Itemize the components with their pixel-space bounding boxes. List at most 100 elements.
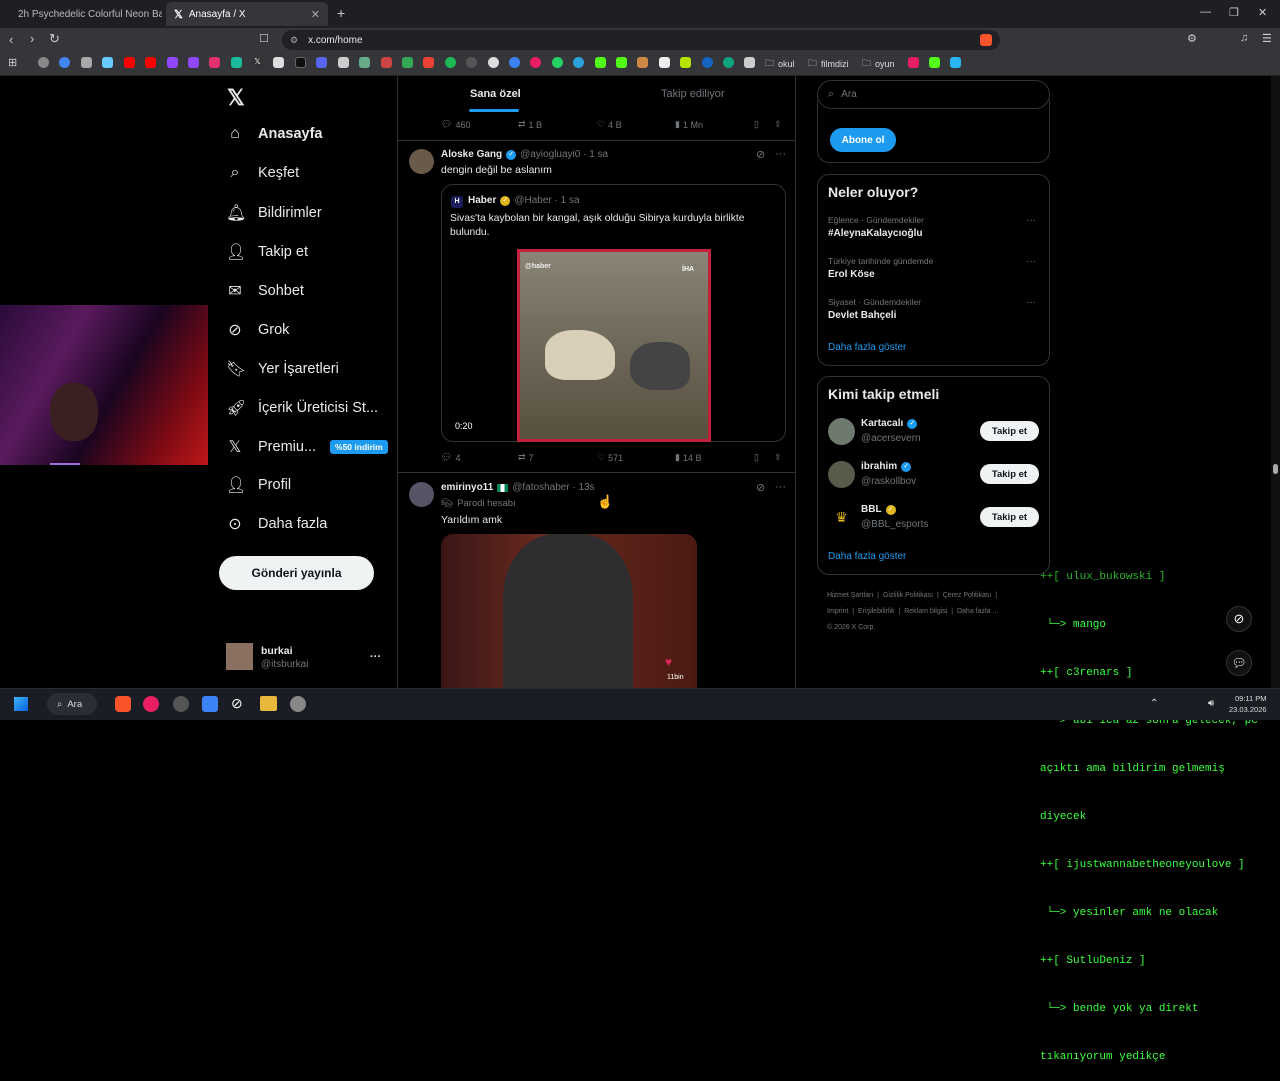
post-author-handle[interactable]: @ayiogluayi0 · 1 sa <box>520 149 608 160</box>
bookmark-icon[interactable] <box>950 57 961 68</box>
twitch-icon[interactable] <box>188 57 199 68</box>
follow-button[interactable]: Takip et <box>980 464 1039 484</box>
views-action[interactable]: ▮ 1 Mn <box>675 119 703 130</box>
x-icon[interactable]: 𝕏 <box>252 57 263 68</box>
history-icon[interactable] <box>38 57 49 68</box>
bookmark-icon[interactable] <box>466 57 477 68</box>
like-action[interactable]: ♡ 4 B <box>597 119 622 130</box>
bookmark-icon[interactable] <box>680 57 691 68</box>
bookmark-icon[interactable] <box>744 57 755 68</box>
trend-item[interactable]: Eğlence · Gündemdekiler #AleynaKalaycıoğ… <box>828 215 924 239</box>
media-icon[interactable]: ♫ <box>1240 32 1248 44</box>
github-icon[interactable] <box>488 57 499 68</box>
tab-following[interactable]: Takip ediliyor <box>661 76 725 112</box>
bookmark-icon[interactable] <box>637 57 648 68</box>
nav-item-grok[interactable]: ⊘ Grok <box>226 320 289 340</box>
tab-for-you[interactable]: Sana özel <box>470 76 521 112</box>
nav-item-home[interactable]: ⌂ Anasayfa <box>226 125 322 143</box>
quote-video[interactable]: @haber İHA <box>517 249 711 442</box>
maximize-icon[interactable]: ❐ <box>1229 6 1239 19</box>
taskbar-app-icon[interactable] <box>173 696 189 712</box>
grok-post-icon[interactable]: ⊘ <box>756 481 765 494</box>
spotify-icon[interactable] <box>445 57 456 68</box>
repost-action[interactable]: ⇄ 1 B <box>518 119 542 130</box>
post-button[interactable]: Gönderi yayınla <box>219 556 374 590</box>
post-author-handle[interactable]: @fatoshaber · 13s <box>512 482 594 493</box>
scrollbar-thumb[interactable] <box>1273 464 1278 474</box>
post-author-name[interactable]: emirinyo11 <box>441 482 493 493</box>
bookmark-folder-filmdizi[interactable]: 🗀 filmdizi <box>808 56 849 72</box>
footer-link[interactable]: Daha fazla ... <box>957 608 998 615</box>
nav-item-explore[interactable]: ⌕ Keşfet <box>226 164 300 182</box>
trend-item[interactable]: Siyaset · Gündemdekiler Devlet Bahçeli <box>828 297 921 321</box>
post-more-icon[interactable]: ··· <box>775 481 786 493</box>
tab-x-home[interactable]: 𝕏 Anasayfa / X ✕ <box>166 2 328 26</box>
kick-icon[interactable] <box>616 57 627 68</box>
quote-tweet-card[interactable]: H Haber ✓ @Haber · 1 sa Sivas'ta kaybola… <box>441 184 786 442</box>
show-more-trends-link[interactable]: Daha fazla göster <box>828 342 906 353</box>
post-avatar[interactable] <box>409 482 434 507</box>
back-icon[interactable]: ‹ <box>9 32 13 47</box>
footer-link[interactable]: Reklam bilgisi <box>904 608 947 615</box>
nav-item-premium[interactable]: 𝕏 Premiu... %50 indirim <box>226 437 388 457</box>
footer-link[interactable]: Hizmet Şartları <box>827 592 873 599</box>
youtube-icon[interactable] <box>145 57 156 68</box>
post-image[interactable]: ♥ 11bin <box>441 534 697 688</box>
taskbar-app-icon[interactable] <box>290 696 306 712</box>
account-more-icon[interactable]: ··· <box>370 651 381 663</box>
menu-icon[interactable]: ☰ <box>1262 32 1272 45</box>
suggestion-name[interactable]: Kartacalı <box>861 418 903 429</box>
brave-shield-icon[interactable] <box>980 34 992 46</box>
footer-link[interactable]: Imprint <box>827 608 848 615</box>
bookmark-icon[interactable] <box>530 57 541 68</box>
bookmark-icon[interactable] <box>338 57 349 68</box>
post-avatar[interactable] <box>409 149 434 174</box>
reload-icon[interactable]: ↻ <box>49 31 60 47</box>
site-info-icon[interactable]: ⚙ <box>290 35 298 46</box>
bookmark-icon[interactable] <box>509 57 520 68</box>
bookmark-icon[interactable] <box>81 57 92 68</box>
extensions-icon[interactable]: ⚙ <box>1187 32 1197 45</box>
chatgpt-icon[interactable] <box>723 57 734 68</box>
grok-post-icon[interactable]: ⊘ <box>756 148 765 161</box>
tray-chevron-icon[interactable]: ⌃ <box>1150 698 1158 709</box>
suggestion-avatar[interactable] <box>828 418 855 445</box>
minimize-icon[interactable]: — <box>1200 6 1211 18</box>
repost-action[interactable]: ⇄ 7 <box>518 452 534 463</box>
tab-youtube[interactable]: 2h Psychedelic Colorful Neon Backgr <box>4 2 162 26</box>
taskbar-app-icon[interactable] <box>143 696 159 712</box>
suggestion-avatar[interactable] <box>828 461 855 488</box>
suggestion-name[interactable]: ibrahim <box>861 461 897 472</box>
bookmark-folder-okul[interactable]: 🗀 okul <box>765 56 795 72</box>
bookmark-icon[interactable] <box>423 57 434 68</box>
telegram-icon[interactable] <box>573 57 584 68</box>
bbl-logo-icon[interactable]: ♛ <box>828 504 855 531</box>
bookmark-page-icon[interactable]: ☐ <box>259 32 269 45</box>
taskbar-clock[interactable]: 09:11 PM 23.03.2026 <box>1229 694 1267 714</box>
follow-button[interactable]: Takip et <box>980 421 1039 441</box>
trend-item[interactable]: Türkiye tarihinde gündemde Erol Köse <box>828 256 933 280</box>
nav-item-creator-studio[interactable]: 🚀︎ İçerik Üreticisi St... <box>226 398 378 418</box>
trend-more-icon[interactable]: ··· <box>1026 297 1036 308</box>
google-icon[interactable] <box>59 57 70 68</box>
taskbar-app-icon[interactable] <box>202 696 218 712</box>
bookmark-icon[interactable] <box>659 57 670 68</box>
close-tab-icon[interactable]: ✕ <box>311 8 320 21</box>
share-icon[interactable]: ⇪ <box>774 119 782 130</box>
subscribe-button[interactable]: Abone ol <box>830 128 896 152</box>
youtube-icon[interactable] <box>124 57 135 68</box>
x-logo-icon[interactable]: 𝕏 <box>227 85 245 111</box>
bookmark-icon[interactable] <box>231 57 242 68</box>
reply-action[interactable]: 💬︎ 4 <box>441 452 460 463</box>
tiktok-icon[interactable] <box>295 57 306 68</box>
nav-item-notifications[interactable]: 🔔︎ Bildirimler <box>226 203 322 223</box>
bookmark-icon[interactable] <box>273 57 284 68</box>
drive-icon[interactable] <box>402 57 413 68</box>
footer-link[interactable]: Gizlilik Politikası <box>883 592 933 599</box>
post-more-icon[interactable]: ··· <box>775 148 786 160</box>
gmail-icon[interactable] <box>381 57 392 68</box>
grok-float-icon[interactable]: ⊘ <box>1226 606 1252 632</box>
like-action[interactable]: ♡ 571 <box>597 452 623 463</box>
kick-icon[interactable] <box>929 57 940 68</box>
bookmark-icon[interactable] <box>908 57 919 68</box>
